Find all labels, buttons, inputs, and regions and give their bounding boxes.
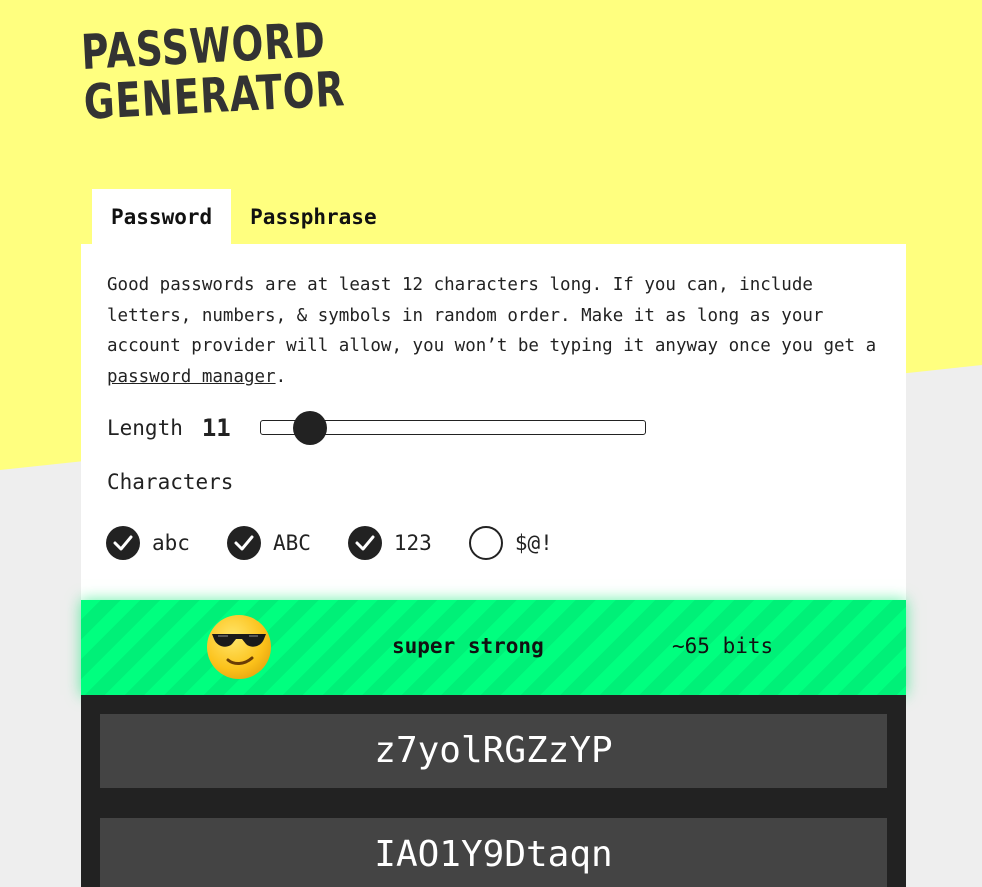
checkmark-icon[interactable] xyxy=(347,526,382,560)
length-row: Length 11 xyxy=(107,410,231,446)
option-numbers[interactable]: 123 xyxy=(347,526,432,560)
length-label: Length xyxy=(107,416,183,440)
strength-bits: ~65 bits xyxy=(672,634,774,658)
tab-password[interactable]: Password xyxy=(92,189,232,244)
intro-text-end: . xyxy=(275,366,287,387)
option-symbols[interactable]: $@! xyxy=(468,526,553,560)
settings-card: Good passwords are at least 12 character… xyxy=(81,244,906,600)
generated-password[interactable]: z7yolRGZzYP xyxy=(100,714,887,788)
option-symbols-label: $@! xyxy=(514,531,553,555)
option-uppercase-label: ABC xyxy=(272,531,311,555)
sunglasses-face-icon xyxy=(207,615,271,679)
password-manager-link[interactable]: password manager xyxy=(107,367,276,387)
option-lowercase-label: abc xyxy=(152,531,190,555)
length-value: 11 xyxy=(201,414,231,442)
empty-circle-icon[interactable] xyxy=(468,526,503,560)
intro-text: Good passwords are at least 12 character… xyxy=(107,270,887,392)
slider-thumb[interactable] xyxy=(293,410,328,445)
checkmark-icon[interactable] xyxy=(226,526,261,560)
option-numbers-label: 123 xyxy=(393,531,432,555)
intro-text-part: Good passwords are at least 12 character… xyxy=(107,275,877,356)
tab-passphrase[interactable]: Passphrase xyxy=(231,189,395,244)
password-list: z7yolRGZzYP IAO1Y9Dtaqn xyxy=(81,695,906,887)
option-lowercase[interactable]: abc xyxy=(106,526,190,560)
character-options: abc ABC 123 $@! xyxy=(106,526,590,560)
length-slider[interactable] xyxy=(260,410,646,445)
mode-tabs: Password Passphrase xyxy=(92,189,396,244)
characters-label: Characters xyxy=(107,470,234,494)
checkmark-icon[interactable] xyxy=(106,526,140,560)
strength-banner: super strong ~65 bits xyxy=(81,600,906,695)
app-logo: PASSWORD GENERATOR xyxy=(80,12,347,131)
generated-password[interactable]: IAO1Y9Dtaqn xyxy=(100,818,887,887)
option-uppercase[interactable]: ABC xyxy=(226,526,311,560)
logo-line-2: GENERATOR xyxy=(82,61,347,131)
strength-label: super strong xyxy=(392,634,544,658)
